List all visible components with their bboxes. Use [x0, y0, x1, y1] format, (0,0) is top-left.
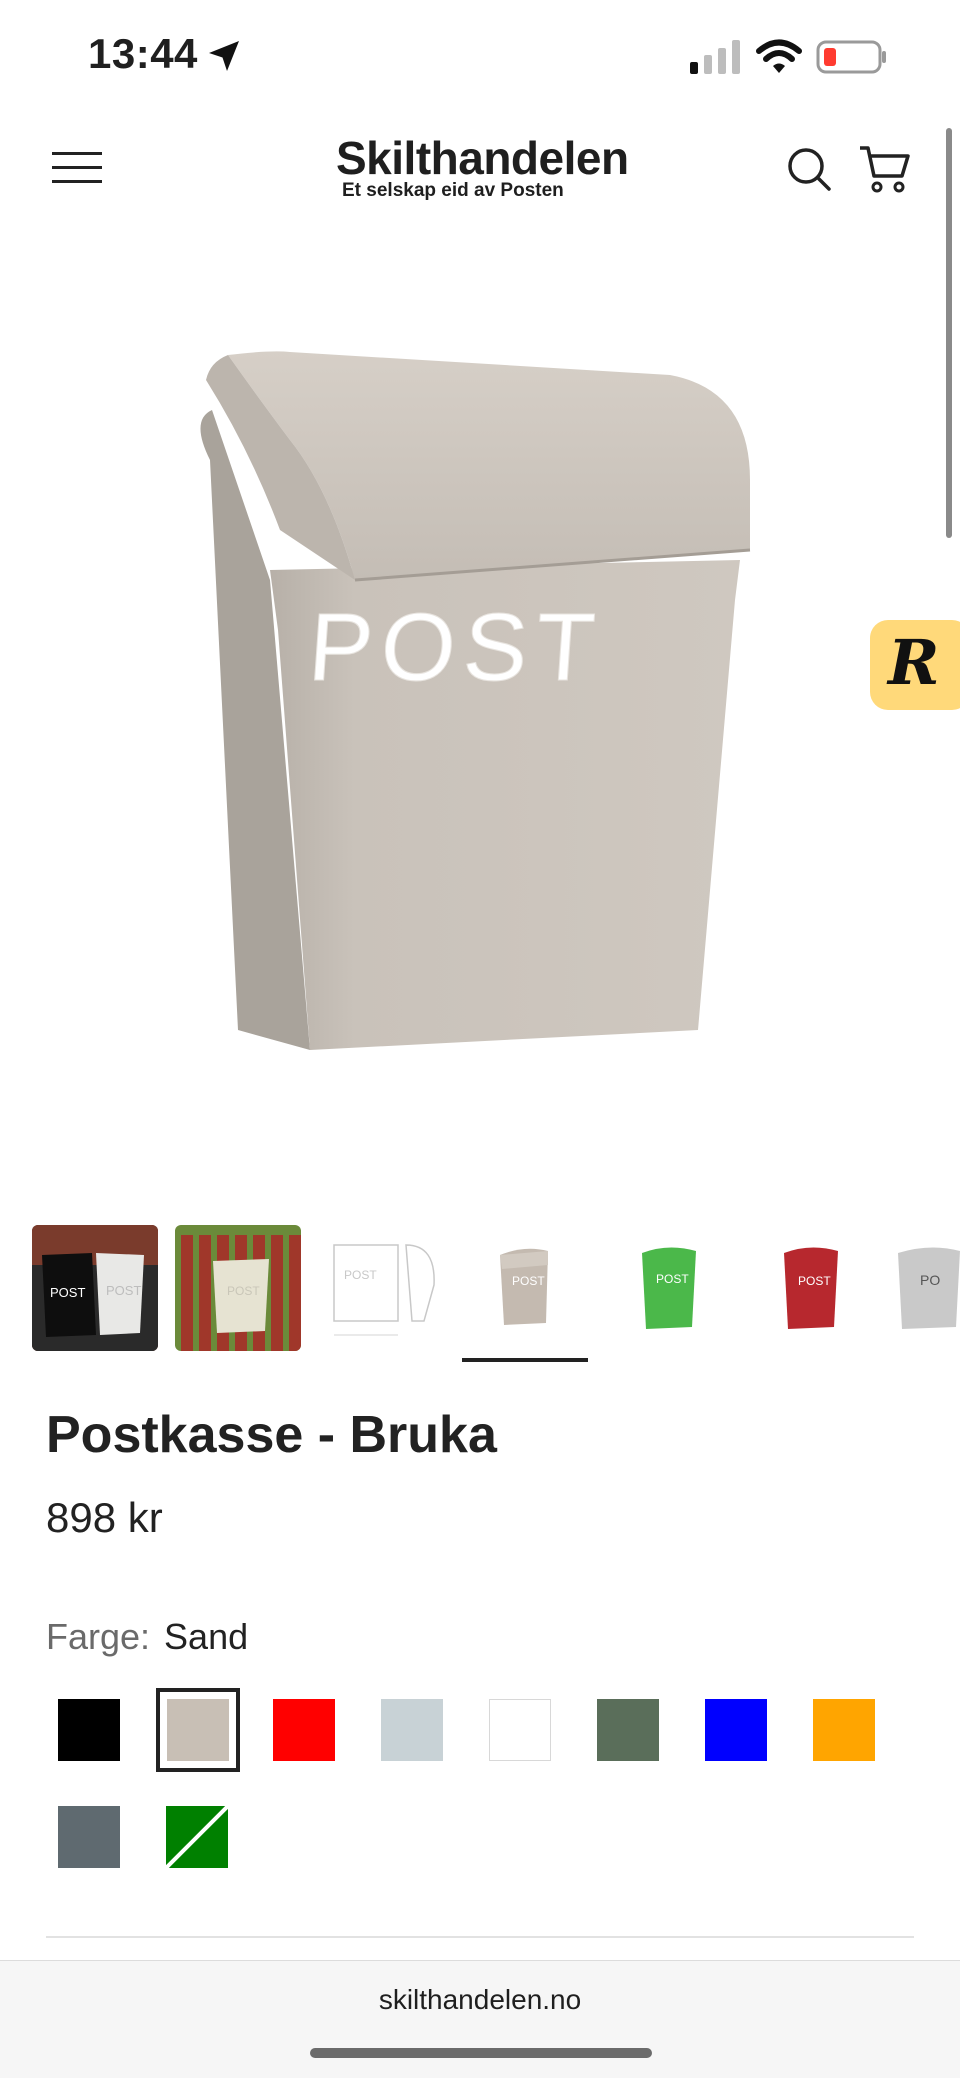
reviews-widget-button[interactable]: R	[870, 620, 960, 710]
svg-text:POST: POST	[50, 1285, 85, 1300]
product-price: 898 kr	[46, 1494, 163, 1541]
swatch-blue[interactable]	[705, 1699, 767, 1761]
thumbnail-6-image: POST	[784, 1247, 838, 1329]
home-indicator[interactable]	[310, 2048, 652, 2058]
status-time: 13:44	[88, 30, 198, 77]
svg-text:POST: POST	[798, 1274, 831, 1288]
swatch-white[interactable]	[489, 1699, 551, 1761]
swatch-sand[interactable]	[167, 1699, 229, 1761]
thumbnail-5-image: POST	[642, 1247, 696, 1329]
widget-letter: R	[888, 626, 940, 699]
thumbnail-4-image: POST	[500, 1248, 548, 1325]
hamburger-menu-icon[interactable]	[52, 150, 102, 186]
thumbnail-3[interactable]: POST	[320, 1225, 446, 1351]
thumbnail-5[interactable]: POST	[606, 1225, 732, 1351]
swatch-slate-grey[interactable]	[58, 1806, 120, 1868]
swatch-dark-green[interactable]	[597, 1699, 659, 1761]
swatch-black[interactable]	[58, 1699, 120, 1761]
thumbnail-1[interactable]: POST POST	[32, 1225, 158, 1351]
color-value: Sand	[164, 1616, 249, 1657]
thumbnail-7-image: PO	[898, 1247, 960, 1329]
cellular-signal-icon	[690, 40, 740, 74]
swatch-light-grey[interactable]	[381, 1699, 443, 1761]
selected-thumbnail-indicator	[462, 1358, 588, 1362]
search-icon[interactable]	[786, 146, 832, 192]
swatch-green-striped[interactable]	[166, 1806, 228, 1868]
thumbnail-1-image: POST POST	[32, 1225, 158, 1351]
brand-name: Skilthandelen	[336, 132, 629, 184]
wifi-icon	[756, 39, 802, 73]
page-scrollbar[interactable]	[946, 128, 952, 538]
battery-low-icon	[816, 40, 886, 74]
thumbnail-strip[interactable]: POST POST POST POST POST POST POST PO	[32, 1225, 960, 1365]
svg-text:PO: PO	[920, 1272, 940, 1288]
svg-text:POST: POST	[656, 1272, 689, 1286]
svg-text:POST: POST	[106, 1283, 141, 1298]
thumbnail-7[interactable]: PO	[890, 1225, 960, 1351]
product-main-image[interactable]: POST	[150, 300, 780, 1080]
color-label: Farge:	[46, 1616, 151, 1657]
cart-icon[interactable]	[858, 144, 910, 194]
thumbnail-3-image: POST	[333, 1244, 435, 1336]
swatch-red[interactable]	[273, 1699, 335, 1761]
thumbnail-4-selected[interactable]: POST	[462, 1225, 588, 1351]
thumbnail-2-image: POST	[175, 1225, 301, 1351]
color-selector-label: Farge: Sand	[46, 1616, 248, 1658]
svg-text:POST: POST	[344, 1268, 377, 1282]
location-arrow-icon	[209, 41, 239, 71]
section-divider	[46, 1936, 914, 1938]
svg-text:POST: POST	[512, 1274, 545, 1288]
thumbnail-2[interactable]: POST	[175, 1225, 301, 1351]
swatch-orange[interactable]	[813, 1699, 875, 1761]
product-title: Postkasse - Bruka	[46, 1406, 497, 1464]
mailbox-post-label: POST	[305, 594, 606, 701]
browser-address-bar[interactable]	[0, 1960, 960, 2078]
brand-logo[interactable]: Skilthandelen Et selskap eid av Posten	[336, 132, 629, 202]
browser-url[interactable]: skilthandelen.no	[0, 1984, 960, 2016]
thumbnail-6[interactable]: POST	[748, 1225, 874, 1351]
svg-text:POST: POST	[227, 1284, 260, 1298]
